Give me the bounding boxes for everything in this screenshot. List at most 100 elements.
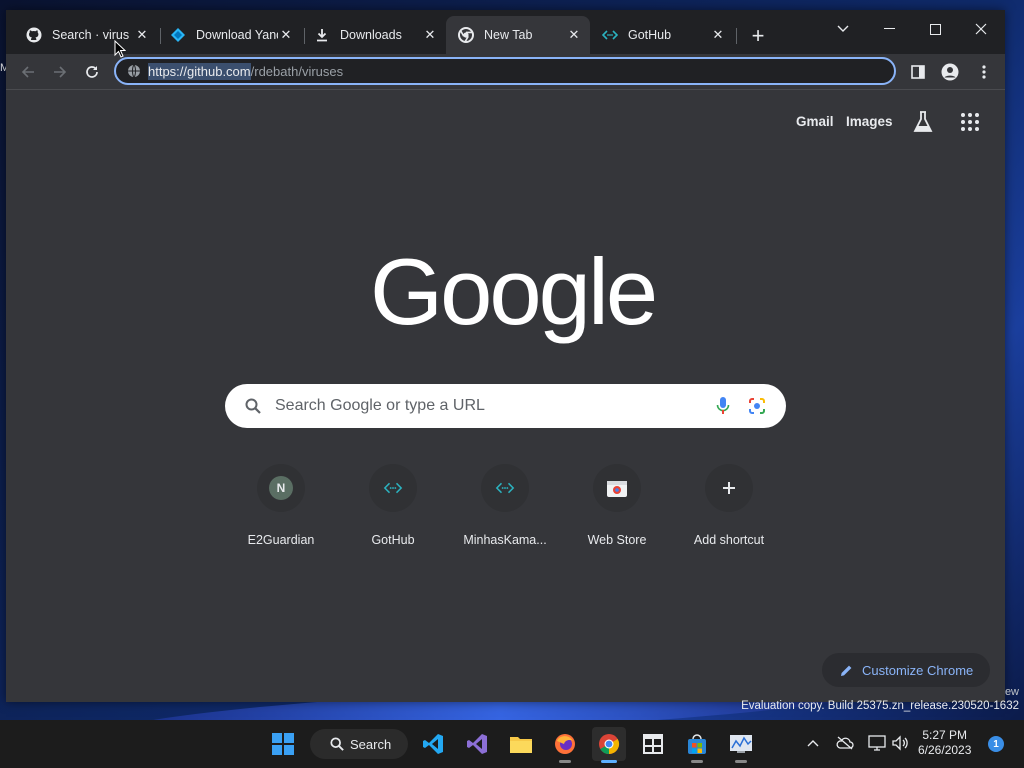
evaluation-watermark: Evaluation copy. Build 25375.zn_release.… [741,700,1019,712]
download-icon [314,27,330,43]
chrome-taskbar-button[interactable] [592,727,626,763]
chrome-icon [458,27,474,43]
apps-button[interactable] [961,113,979,136]
shortcut-e2guardian[interactable]: N E2Guardian [231,464,331,547]
toolbar: https://github.com /rdebath/viruses [6,54,1005,90]
visual-studio-icon [467,734,487,754]
resource-monitor-taskbar-button[interactable] [724,727,758,763]
ntp-search-box[interactable]: Search Google or type a URL [225,384,786,428]
close-window-button[interactable] [958,16,1004,42]
plus-icon [705,464,753,512]
volume-tray-icon[interactable] [890,732,912,754]
store-icon [688,734,706,754]
shortcut-label: E2Guardian [247,533,315,547]
tab-close-icon[interactable]: ✕ [710,27,726,43]
visual-studio-taskbar-button[interactable] [460,727,494,761]
apps-grid-icon [961,113,979,131]
shortcut-label: MinhasKama... [463,533,547,547]
firefox-icon [555,734,575,754]
cloud-off-icon [836,736,854,750]
running-indicator [735,760,747,763]
firefox-taskbar-button[interactable] [548,727,582,763]
github-icon [26,27,42,43]
onedrive-tray-icon[interactable] [834,732,856,754]
tab-close-icon[interactable]: ✕ [566,27,582,43]
clock-date: 6/26/2023 [918,743,972,757]
yandex-icon [170,27,186,43]
globe-icon[interactable] [126,63,142,79]
tab-close-icon[interactable]: ✕ [278,27,294,43]
new-tab-button[interactable]: + [746,23,770,48]
taskbar-search-label: Search [350,736,392,752]
tab-close-icon[interactable]: ✕ [134,27,150,43]
labs-button[interactable] [912,110,934,139]
taskbar-search[interactable]: Search [310,729,408,759]
shortcut-label: Add shortcut [693,533,765,547]
chevron-up-icon [807,740,819,747]
shortcut-minhaskama[interactable]: MinhasKama... [455,464,555,547]
tab-gothub[interactable]: GotHub ✕ [590,16,734,54]
clock-time: 5:27 PM [922,728,968,742]
gmail-link[interactable]: Gmail [796,114,834,129]
back-button[interactable] [14,58,42,86]
side-panel-icon [911,65,925,79]
reload-button[interactable] [78,58,106,86]
flask-icon [913,111,933,132]
tab-search-button[interactable] [820,16,866,42]
network-tray-icon[interactable] [866,732,888,754]
tab-new-tab[interactable]: New Tab ✕ [446,16,590,54]
shortcut-icon: N [257,464,305,512]
arrow-left-icon [21,66,34,78]
close-icon [975,23,987,35]
shortcut-gothub[interactable]: GotHub [343,464,443,547]
tab-download-yandex[interactable]: Download Yandex ✕ [158,16,302,54]
forward-button[interactable] [46,58,74,86]
taskbar-clock[interactable]: 5:27 PM 6/26/2023 [918,728,971,758]
google-logo: Google [370,239,658,344]
mouse-cursor-icon [114,40,126,58]
pencil-icon [840,664,853,677]
images-link[interactable]: Images [846,114,893,129]
gothub-icon [369,464,417,512]
microphone-icon[interactable] [716,396,730,416]
shortcut-web-store[interactable]: Web Store [567,464,667,547]
sandbox-icon [643,734,663,754]
monitor-chart-icon [730,735,752,753]
reload-icon [86,66,98,78]
shortcut-label: GotHub [371,533,415,547]
profile-icon [941,63,959,81]
menu-button[interactable] [970,58,998,86]
arrow-right-icon [54,66,67,78]
tab-close-icon[interactable]: ✕ [422,27,438,43]
google-lens-icon[interactable] [748,397,766,415]
taskbar: Search 5:27 PM 6/26/2023 1 [0,720,1024,768]
side-panel-button[interactable] [904,58,932,86]
running-indicator [559,760,571,763]
running-indicator [691,760,703,763]
url-path: /rdebath/viruses [250,63,344,79]
microsoft-store-taskbar-button[interactable] [680,727,714,763]
address-bar[interactable]: https://github.com /rdebath/viruses [114,57,896,85]
tab-github-search[interactable]: Search · virus · GitHub ✕ [14,16,158,54]
notification-badge[interactable]: 1 [988,736,1004,752]
chevron-down-icon [837,25,849,32]
tab-title: Downloads [340,28,402,42]
tab-downloads[interactable]: Downloads ✕ [302,16,446,54]
start-button[interactable] [266,727,300,761]
file-explorer-taskbar-button[interactable] [504,727,538,761]
maximize-button[interactable] [912,16,958,42]
running-indicator [601,760,617,763]
customize-label: Customize Chrome [862,662,974,678]
show-hidden-icons-button[interactable] [802,732,824,754]
profile-button[interactable] [936,58,964,86]
speaker-icon [892,735,908,751]
url-host: https://github.com [148,62,251,80]
kebab-menu-icon [982,65,986,79]
add-shortcut-button[interactable]: Add shortcut [679,464,779,547]
customize-chrome-button[interactable]: Customize Chrome [822,653,990,687]
vscode-taskbar-button[interactable] [416,727,450,761]
tab-strip: Search · virus · GitHub ✕ Download Yande… [6,10,1005,60]
windows-sandbox-taskbar-button[interactable] [636,727,670,761]
network-icon [868,735,886,751]
minimize-button[interactable] [866,16,912,42]
